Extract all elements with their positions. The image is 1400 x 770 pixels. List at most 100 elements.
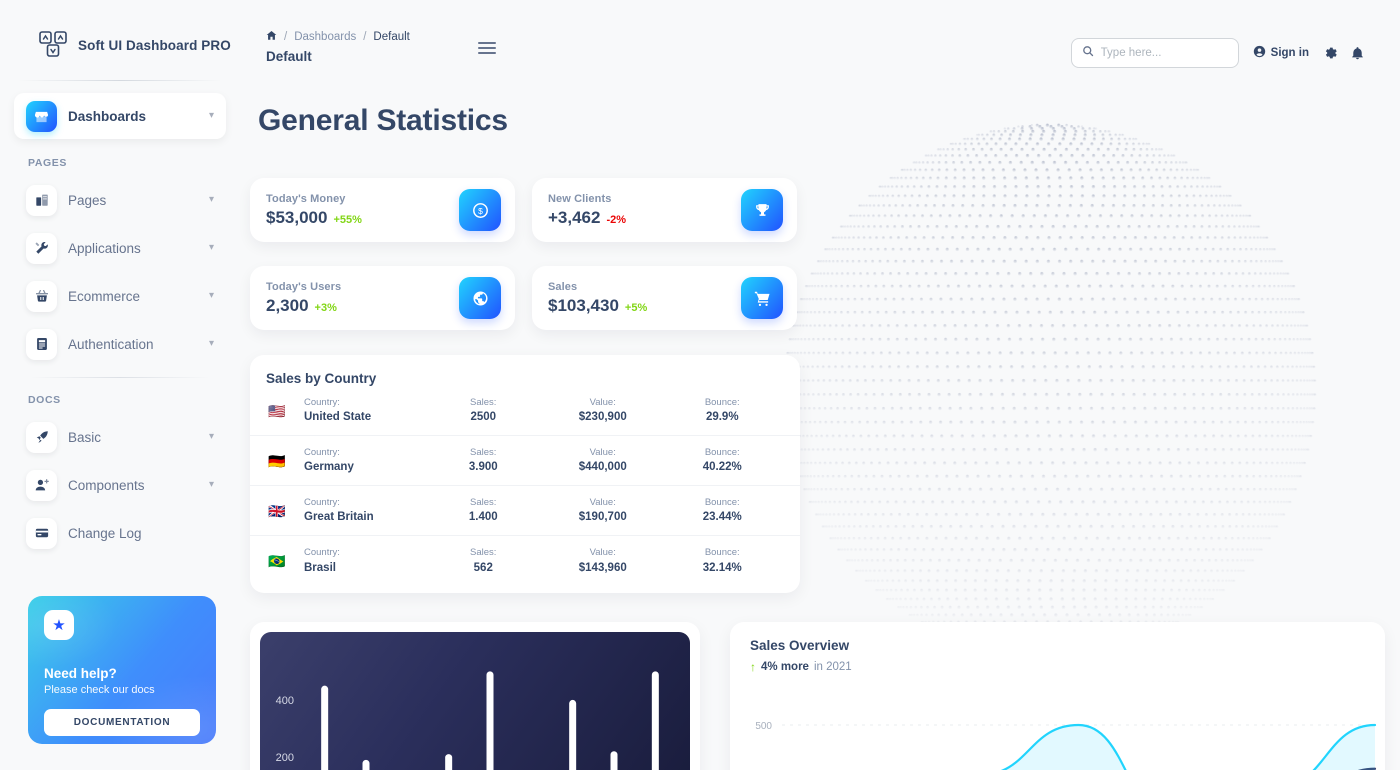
gear-icon[interactable]	[1323, 46, 1337, 60]
cell-header: Sales:	[470, 547, 497, 559]
cell-value: $440,000	[578, 461, 627, 474]
sales-overview-title: Sales Overview	[750, 638, 850, 653]
cell-value: United State	[304, 411, 372, 424]
cell-bounce: Bounce: 23.44%	[663, 496, 783, 525]
stat-card-todays-users[interactable]: Today's Users 2,300 +3%	[250, 266, 515, 330]
search-input[interactable]	[1100, 47, 1228, 59]
sidebar-item-pages[interactable]: Pages ▾	[14, 177, 226, 223]
soft-ui-logo-icon	[38, 30, 68, 60]
sidebar: Soft UI Dashboard PRO Dashboards ▾ PAGES…	[0, 0, 240, 770]
cell-country: Country: Brasil	[304, 546, 424, 575]
bar-chart-svg: 0200400	[276, 671, 659, 770]
stat-delta: +5%	[624, 301, 648, 314]
bell-icon[interactable]	[1351, 46, 1364, 60]
chevron-down-icon[interactable]: ▾	[209, 339, 214, 349]
sidebar-item-dashboards[interactable]: Dashboards ▾	[14, 93, 226, 139]
cell-value: 29.9%	[705, 411, 739, 424]
breadcrumb: / Dashboards / Default Default	[240, 0, 410, 64]
hamburger-menu-icon[interactable]	[477, 42, 496, 54]
stat-value: $53,000	[266, 207, 328, 227]
sidebar-item-label: Basic	[68, 429, 102, 445]
stat-value: $103,430	[548, 295, 619, 315]
brand[interactable]: Soft UI Dashboard PRO	[0, 0, 240, 60]
office-icon	[26, 184, 57, 216]
help-title: Need help?	[44, 666, 117, 681]
chevron-down-icon[interactable]: ▾	[209, 291, 214, 301]
breadcrumb-sep-1: /	[284, 31, 288, 43]
cell-header: Value:	[589, 396, 616, 408]
documentation-button[interactable]: DOCUMENTATION	[44, 709, 200, 736]
topbar: / Dashboards / Default Default Type here…	[240, 0, 1400, 90]
stat-card-new-clients[interactable]: New Clients +3,462 -2%	[532, 178, 797, 242]
star-icon: ★	[44, 610, 74, 640]
home-icon[interactable]	[266, 30, 277, 44]
chevron-down-icon[interactable]: ▾	[209, 195, 214, 205]
stat-value: +3,462	[548, 207, 601, 227]
search-icon	[1082, 44, 1094, 62]
sidebar-item-ecommerce[interactable]: Ecommerce ▾	[14, 273, 226, 319]
stat-label: Sales	[548, 280, 578, 293]
sidebar-item-label: Authentication	[68, 336, 154, 352]
breadcrumb-sep-2: /	[363, 31, 367, 43]
tools-icon	[26, 232, 57, 264]
sales-by-country-card: Sales by Country 🇺🇸 Country: United Stat…	[250, 355, 800, 593]
help-subtitle: Please check our docs	[44, 684, 155, 696]
user-plus-icon	[26, 469, 57, 501]
sidebar-item-authentication[interactable]: Authentication ▾	[14, 321, 226, 367]
cell-header: Country:	[304, 396, 340, 408]
stat-label: Today's Users	[266, 280, 342, 293]
bar-chart-card: 0200400	[250, 622, 700, 770]
sales-overview-subtitle: ↑ 4% more in 2021	[750, 660, 1365, 674]
svg-text:500: 500	[755, 721, 772, 732]
document-icon	[26, 328, 57, 360]
cell-value: 32.14%	[702, 561, 742, 574]
table-row[interactable]: 🇺🇸 Country: United State Sales: 2500 Val…	[250, 386, 800, 436]
cell-value: 40.22%	[702, 461, 742, 474]
country-flag-icon: 🇺🇸	[268, 402, 286, 419]
breadcrumb-parent[interactable]: Dashboards	[294, 31, 356, 43]
cell-header: Country:	[304, 547, 340, 559]
topbar-actions: Sign in	[1070, 0, 1400, 68]
stat-card-todays-money[interactable]: Today's Money $53,000 +55% $	[250, 178, 515, 242]
cell-value: $230,900	[578, 411, 627, 424]
table-row[interactable]: 🇬🇧 Country: Great Britain Sales: 1.400 V…	[250, 486, 800, 536]
cell-sales: Sales: 562	[424, 546, 544, 575]
stat-delta: +55%	[333, 213, 362, 226]
chevron-down-icon[interactable]: ▾	[209, 111, 214, 121]
sidebar-item-basic[interactable]: Basic ▾	[14, 414, 226, 460]
table-row[interactable]: 🇩🇪 Country: Germany Sales: 3.900 Value: …	[250, 436, 800, 486]
sign-in-button[interactable]: Sign in	[1253, 45, 1309, 61]
svg-text:200: 200	[276, 752, 294, 764]
stat-delta: -2%	[606, 213, 627, 226]
cell-value: $143,960	[578, 561, 627, 574]
sidebar-item-applications[interactable]: Applications ▾	[14, 225, 226, 271]
stat-card-sales[interactable]: Sales $103,430 +5%	[532, 266, 797, 330]
table-row[interactable]: 🇧🇷 Country: Brasil Sales: 562 Value: $14…	[250, 536, 800, 586]
chevron-down-icon[interactable]: ▾	[209, 243, 214, 253]
sidebar-item-label: Pages	[68, 192, 107, 208]
sidebar-docs-group: Basic ▾ Components ▾ Change Log	[14, 414, 226, 556]
chevron-down-icon[interactable]: ▾	[209, 432, 214, 442]
cell-header: Country:	[304, 496, 340, 508]
credit-card-icon	[26, 517, 57, 549]
cell-value: $190,700	[578, 511, 627, 524]
account-circle-icon	[1253, 45, 1266, 61]
dollar-coin-icon: $	[459, 189, 501, 231]
cell-header: Bounce:	[704, 496, 740, 508]
cell-header: Bounce:	[704, 396, 740, 408]
cell-country: Country: United State	[304, 396, 424, 425]
country-flag-icon: 🇩🇪	[268, 452, 286, 469]
search-box[interactable]	[1070, 38, 1239, 68]
brand-name: Soft UI Dashboard PRO	[78, 37, 231, 53]
breadcrumb-current: Default	[373, 31, 410, 43]
cell-country: Country: Germany	[304, 446, 424, 475]
trophy-icon	[741, 189, 783, 231]
cell-header: Value:	[589, 547, 616, 559]
chevron-down-icon[interactable]: ▾	[209, 480, 214, 490]
cell-bounce: Bounce: 40.22%	[663, 446, 783, 475]
sidebar-item-change-log[interactable]: Change Log	[14, 510, 226, 556]
sidebar-item-components[interactable]: Components ▾	[14, 462, 226, 508]
cell-value: 1.400	[468, 511, 498, 524]
sidebar-item-label: Ecommerce	[68, 288, 141, 304]
help-card: ★ Need help? Please check our docs DOCUM…	[28, 596, 216, 744]
